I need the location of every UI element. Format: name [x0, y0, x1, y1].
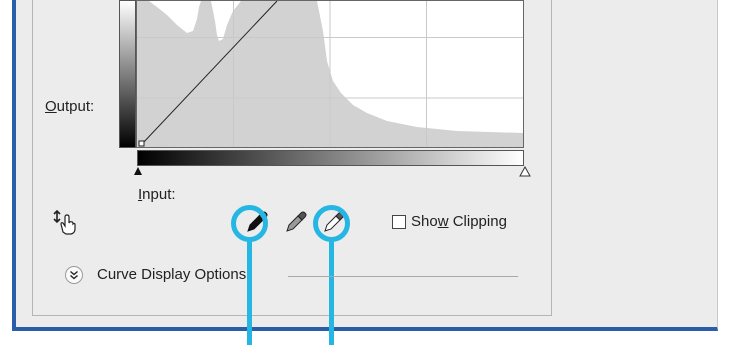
input-gradient-bar	[137, 150, 524, 166]
curve-graph[interactable]	[136, 0, 524, 148]
output-label: Output:	[45, 98, 95, 115]
hand-target-icon[interactable]	[52, 208, 78, 236]
curve-point-black[interactable]	[138, 140, 145, 147]
curve-graph-canvas	[137, 1, 523, 147]
show-clipping-label[interactable]: Show Clipping	[411, 213, 507, 230]
eyedropper-gray-icon[interactable]	[283, 209, 309, 235]
curve-display-options-label[interactable]: Curve Display Options	[97, 266, 246, 283]
curve-display-options-expand-button[interactable]	[65, 266, 83, 284]
callout-circle-white-eyedropper	[313, 205, 350, 242]
curve-display-options-separator	[288, 276, 518, 277]
black-point-slider[interactable]	[133, 166, 143, 176]
white-point-slider[interactable]	[519, 166, 531, 178]
callout-line-white-eyedropper	[329, 240, 334, 345]
callout-line-black-eyedropper	[247, 240, 252, 345]
show-clipping-checkbox[interactable]	[392, 215, 406, 229]
screenshot-stage: Output: Input: Show Clipping Curve Displ…	[0, 0, 732, 345]
callout-circle-black-eyedropper	[231, 205, 268, 242]
chevron-double-down-icon	[70, 270, 78, 280]
input-label: Input:	[138, 186, 176, 203]
output-gradient-bar	[119, 0, 136, 148]
